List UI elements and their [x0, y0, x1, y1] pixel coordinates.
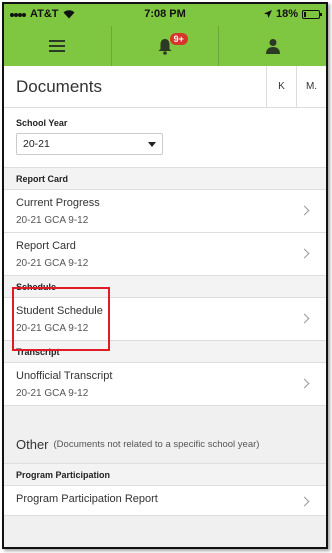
battery-icon [302, 9, 322, 19]
list-item-report-card[interactable]: Report Card 20-21 GCA 9-12 [4, 233, 326, 276]
section-program-participation: Program Participation [4, 464, 326, 486]
school-year-label: School Year [16, 118, 68, 128]
school-year-panel: School Year 20-21 [4, 108, 326, 168]
location-arrow-icon [263, 10, 272, 18]
tab-k[interactable]: K [266, 65, 296, 108]
phone-screen: AT&T 7:08 PM 18% 9+ Documents K M. Schoo… [2, 2, 328, 549]
list-item-current-progress[interactable]: Current Progress 20-21 GCA 9-12 [4, 190, 326, 233]
other-note: (Documents not related to a specific sch… [53, 439, 260, 450]
item-name: Unofficial Transcript [16, 370, 113, 382]
item-subtitle: 20-21 GCA 9-12 [16, 215, 89, 226]
menu-button[interactable] [4, 26, 111, 66]
profile-button[interactable] [218, 26, 326, 66]
school-year-value: 20-21 [23, 138, 50, 150]
top-nav: 9+ [4, 26, 326, 66]
section-transcript: Transcript [4, 341, 326, 363]
hamburger-icon [49, 37, 66, 55]
page-title: Documents [16, 76, 102, 96]
item-name: Student Schedule [16, 305, 103, 317]
section-schedule: Schedule [4, 276, 326, 298]
notifications-button[interactable]: 9+ [110, 26, 219, 66]
list-item-program-participation-report[interactable]: Program Participation Report [4, 486, 326, 516]
section-report-card: Report Card [4, 168, 326, 190]
status-right: 18% [263, 8, 322, 20]
school-year-select[interactable]: 20-21 [16, 133, 163, 155]
list-item-unofficial-transcript[interactable]: Unofficial Transcript 20-21 GCA 9-12 [4, 363, 326, 406]
caret-down-icon [148, 141, 156, 147]
battery-percent: 18% [275, 8, 298, 20]
page-header: Documents K M. [4, 65, 326, 108]
status-bar: AT&T 7:08 PM 18% [4, 4, 326, 26]
person-icon [265, 39, 280, 54]
item-subtitle: 20-21 GCA 9-12 [16, 258, 89, 269]
item-name: Report Card [16, 240, 76, 252]
item-subtitle: 20-21 GCA 9-12 [16, 388, 89, 399]
item-name: Program Participation Report [16, 493, 158, 505]
section-spacer [4, 406, 326, 426]
item-subtitle: 20-21 GCA 9-12 [16, 323, 89, 334]
battery-fill [304, 11, 306, 17]
other-header: Other (Documents not related to a specif… [4, 426, 326, 464]
other-heading: Other [16, 437, 49, 452]
item-name: Current Progress [16, 197, 100, 209]
tab-m[interactable]: M. [296, 65, 326, 108]
notifications-badge: 9+ [169, 33, 188, 45]
list-item-student-schedule[interactable]: Student Schedule 20-21 GCA 9-12 [4, 298, 326, 341]
